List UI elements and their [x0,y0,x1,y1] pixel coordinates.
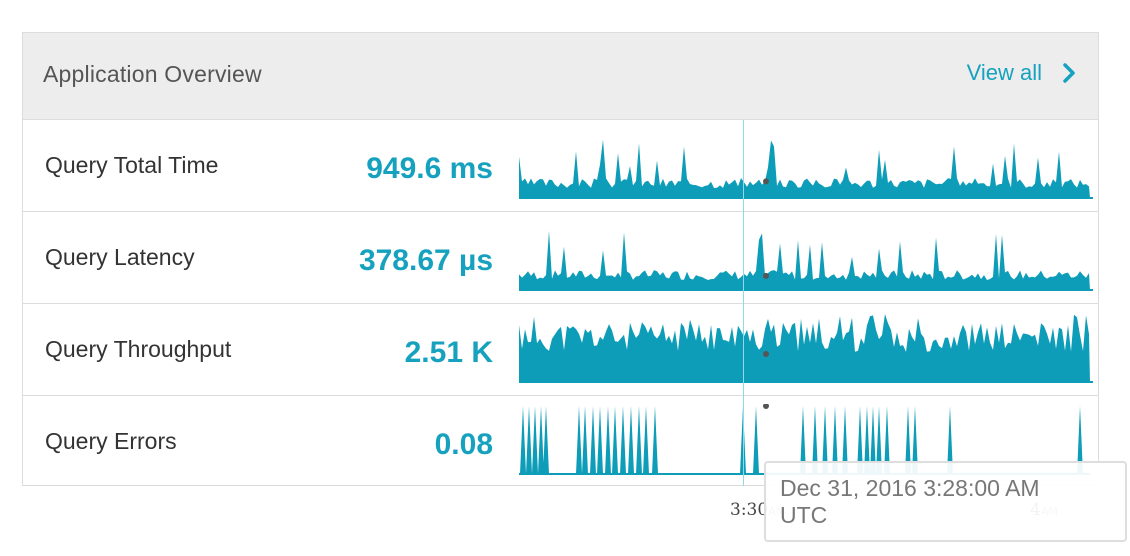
error-spike [532,406,538,474]
metric-row-query-latency[interactable]: Query Latency 378.67 µs [23,212,1098,304]
error-spike [636,406,642,474]
hover-tooltip: Dec 31, 2016 3:28:00 AM UTC [764,461,1127,542]
sparkline-area [519,230,1090,290]
metric-value: 2.51 K [404,336,493,369]
metric-value: 0.08 [434,428,493,461]
error-spike [526,406,532,474]
error-spike [652,406,658,474]
application-overview-panel: Application Overview View all Query Tota… [22,32,1099,486]
view-all-label[interactable]: View all [967,60,1042,86]
metric-row-query-total-time[interactable]: Query Total Time 949.6 ms [23,120,1098,212]
error-spike [597,406,603,474]
error-spike [538,406,544,474]
error-spike [628,406,634,474]
error-spike [576,406,582,474]
error-spike [543,406,549,474]
metric-name: Query Errors [45,428,177,454]
hover-marker [763,178,769,185]
hover-marker [763,404,769,409]
metric-name: Query Latency [45,244,195,270]
hover-crosshair-line [743,120,744,486]
error-spike [620,406,626,474]
error-spike [582,406,588,474]
error-spike [520,406,526,474]
hover-marker [763,272,769,279]
error-spike [605,406,611,474]
sparkline-query-throughput[interactable] [515,312,1095,390]
error-spike [590,406,596,474]
sparkline-query-total-time[interactable] [515,128,1095,206]
metric-row-query-throughput[interactable]: Query Throughput 2.51 K [23,304,1098,396]
tick-time: 3:30 [730,500,769,520]
metric-value: 949.6 ms [366,152,493,185]
sparkline-area [519,314,1090,382]
view-all-link[interactable]: View all [967,60,1076,86]
metric-value: 378.67 µs [358,244,493,277]
tooltip-timezone: UTC [780,502,828,528]
sparkline-query-latency[interactable] [515,220,1095,298]
chevron-right-icon[interactable] [1062,62,1076,84]
error-spike [753,406,759,474]
error-spike [643,406,649,474]
error-spike [612,406,618,474]
sparkline-area [519,139,1090,198]
panel-header: Application Overview View all [23,33,1098,120]
tooltip-datetime: Dec 31, 2016 3:28:00 AM [780,475,1040,501]
panel-title: Application Overview [43,61,262,87]
metric-name: Query Total Time [45,152,219,178]
metric-name: Query Throughput [45,336,232,362]
hover-marker [763,351,769,357]
